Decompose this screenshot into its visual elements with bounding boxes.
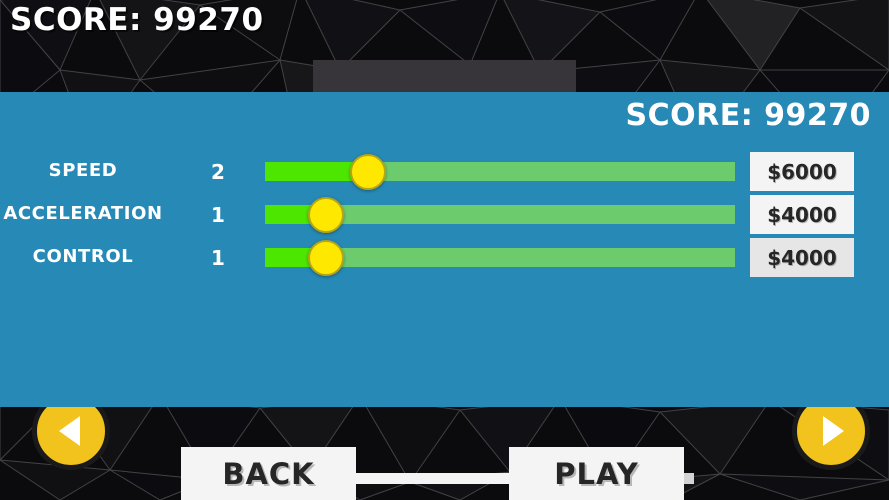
podium-block (313, 60, 576, 93)
triangle-left-icon (58, 416, 80, 446)
upgrade-panel: SCORE: 99270 SPEED 2 $6000 ACCELERATION … (0, 92, 889, 500)
table-row: ACCELERATION 1 $4000 (0, 193, 889, 236)
slider-knob[interactable] (308, 240, 345, 276)
triangle-right-icon (822, 416, 844, 446)
slider-knob[interactable] (308, 197, 345, 233)
upgrade-name-acceleration: ACCELERATION (3, 203, 163, 224)
play-button[interactable]: PLAY (509, 447, 684, 500)
upgrade-slider-speed[interactable] (265, 154, 735, 190)
upgrade-level-control: 1 (211, 246, 225, 270)
table-row: CONTROL 1 $4000 (0, 236, 889, 279)
upgrade-slider-acceleration[interactable] (265, 197, 735, 233)
upgrade-name-speed: SPEED (48, 160, 118, 181)
upgrade-level-acceleration: 1 (211, 203, 225, 227)
upgrade-price-control[interactable]: $4000 (750, 238, 854, 277)
table-row: SPEED 2 $6000 (0, 150, 889, 193)
hud-score-top: SCORE: 99270 (10, 2, 264, 38)
upgrade-rows: SPEED 2 $6000 ACCELERATION 1 $4000 CONTR… (0, 150, 889, 279)
upgrade-name-control: CONTROL (32, 246, 134, 267)
upgrade-level-speed: 2 (211, 160, 225, 184)
upgrade-price-speed[interactable]: $6000 (750, 152, 854, 191)
panel-score: SCORE: 99270 (625, 98, 871, 133)
back-button[interactable]: BACK (181, 447, 356, 500)
slider-knob[interactable] (350, 154, 387, 190)
game-screen: SCORE: 99270 SCORE: 99270 SPEED 2 $6000 (0, 0, 889, 500)
upgrade-slider-control[interactable] (265, 240, 735, 276)
upgrade-price-acceleration[interactable]: $4000 (750, 195, 854, 234)
